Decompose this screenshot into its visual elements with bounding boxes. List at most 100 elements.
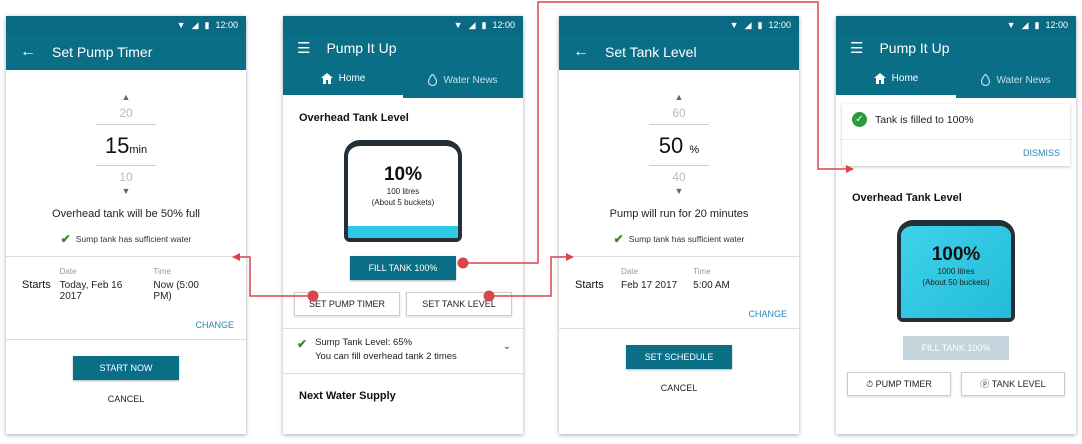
sufficient-water-text: Sump tank has sufficient water [75,234,192,244]
wifi-icon: ▼ [176,20,186,30]
minutes-picker[interactable]: ▲ 20 15min 10 ▼ [6,92,246,196]
level-picker[interactable]: ▲ 60 50 % 40 ▼ [559,92,799,196]
battery-icon: ▮ [1034,19,1040,30]
check-icon: ✔ [297,337,308,351]
status-time: 12:00 [492,20,515,30]
divider [6,256,246,257]
date-column: Date Feb 17 2017 [621,265,677,291]
picker-divider [649,124,709,125]
picker-up-icon[interactable]: ▲ [6,92,246,102]
picker-divider [96,124,156,125]
back-arrow-icon[interactable]: ← [20,43,36,61]
picker-value: 15min [6,133,246,159]
picker-above-value: 20 [119,106,133,120]
chevron-down-icon[interactable]: ⌄ [503,341,511,352]
battery-icon: ▮ [481,19,487,30]
sump-level-text: Sump Tank Level: 65% [315,337,413,348]
sufficient-water-note: ✔ Sump tank has sufficient water [559,232,799,246]
set-pump-timer-button[interactable]: SET PUMP TIMER [294,292,400,316]
action-row: SET PUMP TIMER SET TANK LEVEL [283,292,523,316]
tab-water-news-label: Water News [996,74,1051,86]
picker-up-icon[interactable]: ▲ [559,92,799,102]
time-label: Time [153,267,171,276]
date-label: Date [621,267,638,276]
date-column: Date Today, Feb 16 2017 [60,265,132,302]
cancel-button[interactable]: CANCEL [6,394,246,404]
time-value: Now (5:00 PM) [153,280,199,302]
tank-level-button[interactable]: ⓟ TANK LEVEL [961,372,1065,396]
home-icon [873,73,886,84]
signal-icon: ◢ [744,19,752,30]
next-water-supply-heading: Next Water Supply [299,390,396,402]
menu-icon[interactable]: ☰ [850,39,863,57]
tab-home-label: Home [338,73,366,84]
wifi-icon: ▼ [1006,20,1016,30]
picker-below-value: 10 [119,170,133,184]
tank-percent: 100% [931,244,981,265]
app-bar: ← Set Tank Level [559,34,799,70]
notice-text: Tank is filled to 100% [875,113,974,126]
status-time: 12:00 [215,20,238,30]
set-schedule-button[interactable]: SET SCHEDULE [626,345,732,369]
screen-home-filled: ▼ ◢ ▮ 12:00 ☰ Pump It Up Home Water News… [836,16,1076,434]
tank-level-label: TANK LEVEL [991,379,1046,389]
pump-timer-label: PUMP TIMER [875,379,932,389]
tab-water-news[interactable]: Water News [956,62,1076,98]
set-tank-level-button[interactable]: SET TANK LEVEL [406,292,512,316]
date-value: Today, Feb 16 2017 [59,280,123,302]
starts-row: Starts Date Feb 17 2017 Time 5:00 AM [559,265,799,291]
status-bar: ▼ ◢ ▮ 12:00 [559,16,799,34]
starts-row: Starts Date Today, Feb 16 2017 Time Now … [6,265,246,302]
status-time: 12:00 [768,20,791,30]
time-label: Time [693,267,711,276]
dismiss-button[interactable]: DISMISS [842,139,1070,166]
picker-number: 50 [658,133,684,158]
menu-icon[interactable]: ☰ [297,39,310,57]
tank-filled-notice: ✓ Tank is filled to 100% DISMISS [842,104,1070,166]
change-link[interactable]: CHANGE [559,309,799,319]
home-icon [320,73,333,84]
tank-percent: 10% [383,164,423,185]
check-icon: ✔ [613,232,624,246]
screen-home: ▼ ◢ ▮ 12:00 ☰ Pump It Up Home Water News… [283,16,523,434]
divider [559,256,799,257]
picker-down-icon[interactable]: ▼ [559,186,799,196]
picker-value: 50 % [559,133,799,159]
sufficient-water-note: ✔ Sump tank has sufficient water [6,232,246,246]
picker-below-value: 40 [672,170,686,184]
time-column: Time 5:00 AM [693,265,730,291]
pump-timer-button[interactable]: ⏱ PUMP TIMER [847,372,951,396]
tank-litres: 100 litres [386,187,420,196]
sump-status-row[interactable]: ✔ Sump Tank Level: 65% You can fill over… [283,329,523,362]
screen-set-tank-level: ▼ ◢ ▮ 12:00 ← Set Tank Level ▲ 60 50 % 4… [559,16,799,434]
start-now-button[interactable]: START NOW [73,356,179,380]
signal-icon: ◢ [468,19,476,30]
result-message: Pump will run for 20 minutes [609,208,749,220]
divider [283,373,523,374]
fill-tank-button-disabled: FILL TANK 100% [903,336,1009,360]
change-link[interactable]: CHANGE [6,320,246,330]
back-arrow-icon[interactable]: ← [573,43,589,61]
divider [559,328,799,329]
screen-set-pump-timer: ▼ ◢ ▮ 12:00 ← Set Pump Timer ▲ 20 15min … [6,16,246,434]
cancel-button[interactable]: CANCEL [559,383,799,393]
notice-row: ✓ Tank is filled to 100% [842,104,1070,135]
tab-water-news[interactable]: Water News [403,62,523,98]
signal-icon: ◢ [191,19,199,30]
tab-home[interactable]: Home [836,62,956,98]
wifi-icon: ▼ [729,20,739,30]
picker-number: 15 [104,133,130,158]
battery-icon: ▮ [757,19,763,30]
status-bar: ▼ ◢ ▮ 12:00 [836,16,1076,34]
tank-buckets: (About 50 buckets) [922,278,990,287]
wifi-icon: ▼ [453,20,463,30]
fill-tank-button[interactable]: FILL TANK 100% [350,256,456,280]
picker-down-icon[interactable]: ▼ [6,186,246,196]
sump-detail-text: You can fill overhead tank 2 times [315,351,457,362]
date-label: Date [59,267,77,276]
overhead-tank-graphic: 100% 1000 litres (About 50 buckets) [897,220,1015,322]
tab-home[interactable]: Home [283,62,403,98]
app-bar: ☰ Pump It Up [283,34,523,62]
battery-icon: ▮ [204,19,210,30]
tank-water-fill [348,226,458,238]
